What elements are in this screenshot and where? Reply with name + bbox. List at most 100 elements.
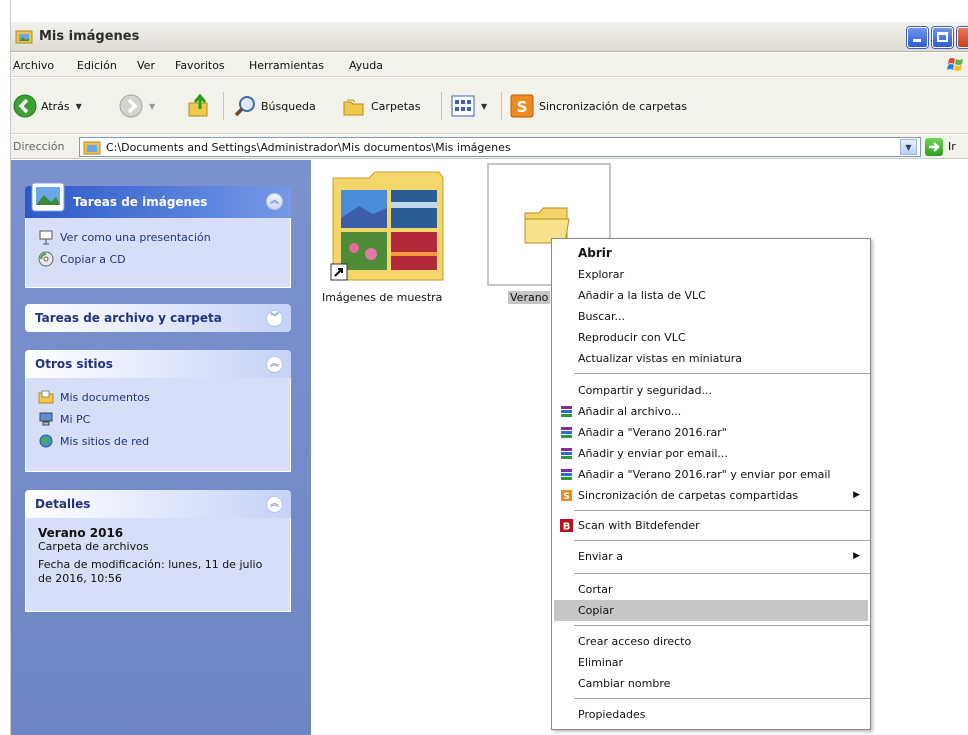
expand-chevron-icon[interactable]: ︾	[266, 310, 283, 327]
close-button[interactable]	[957, 27, 968, 48]
details-header[interactable]: Detalles ︽	[25, 490, 291, 518]
menu-item-cut[interactable]: Cortar	[554, 579, 868, 600]
sync-icon: S	[561, 490, 572, 502]
go-arrow-icon[interactable]	[925, 138, 943, 156]
forward-dropdown-icon[interactable]: ▼	[149, 102, 155, 111]
winrar-icon	[561, 469, 572, 480]
place-my-computer[interactable]: Mi PC	[38, 408, 280, 430]
toolbar: Atrás ▼ ▼ Búsqueda Carpetas ▼ S Sincroni…	[11, 78, 968, 134]
details-item-type: Carpeta de archivos	[38, 540, 149, 553]
network-places-icon	[39, 434, 53, 448]
explorer-window: Mis imágenes Archivo Edición Ver Favorit…	[10, 0, 968, 735]
image-tasks-title: Tareas de imágenes	[73, 195, 208, 209]
menu-item-copy[interactable]: Copiar	[554, 600, 868, 621]
file-tasks-title: Tareas de archivo y carpeta	[35, 311, 222, 325]
menu-item-send-to[interactable]: Enviar a ▶	[554, 546, 868, 567]
folders-icon	[343, 99, 364, 116]
place-my-documents[interactable]: Mis documentos	[38, 386, 280, 408]
file-item[interactable]	[329, 168, 447, 286]
submenu-arrow-icon: ▶	[853, 490, 860, 500]
menu-herramientas[interactable]: Herramientas	[249, 59, 324, 72]
menu-item-play-vlc[interactable]: Reproducir con VLC	[554, 327, 868, 348]
task-pane: Tareas de imágenes ︽ Ver como una presen…	[11, 160, 311, 735]
menu-ayuda[interactable]: Ayuda	[349, 59, 383, 72]
menu-item-create-shortcut[interactable]: Crear acceso directo	[554, 631, 868, 652]
context-menu: Abrir Explorar Añadir a la lista de VLC …	[551, 238, 871, 730]
details-item-name: Verano 2016	[38, 526, 124, 540]
windows-logo-icon	[947, 58, 963, 71]
sync-icon: S	[510, 94, 534, 118]
menu-item-add-to-archive[interactable]: Añadir al archivo...	[554, 401, 868, 422]
address-bar: Dirección C:\Documents and Settings\Admi…	[11, 135, 968, 159]
menu-item-properties[interactable]: Propiedades	[554, 704, 868, 725]
task-slideshow[interactable]: Ver como una presentación	[38, 226, 280, 248]
window-title: Mis imágenes	[39, 29, 140, 44]
bitdefender-icon: B	[560, 519, 573, 532]
back-button[interactable]: Atrás ▼	[13, 78, 82, 134]
winrar-icon	[561, 448, 572, 459]
menu-item-refresh-thumbnails[interactable]: Actualizar vistas en miniatura	[554, 348, 868, 369]
file-name-label[interactable]: Imágenes de muestra	[322, 291, 442, 304]
menu-item-add-rar-and-email[interactable]: Añadir a "Verano 2016.rar" y enviar por …	[554, 464, 868, 485]
menu-ver[interactable]: Ver	[137, 59, 155, 72]
folders-button[interactable]: Carpetas	[341, 78, 420, 134]
address-input[interactable]: C:\Documents and Settings\Administrador\…	[79, 137, 921, 157]
address-path: C:\Documents and Settings\Administrador\…	[106, 141, 511, 154]
menu-item-add-to-rar[interactable]: Añadir a "Verano 2016.rar"	[554, 422, 868, 443]
image-tasks-header[interactable]: Tareas de imágenes ︽	[25, 182, 291, 218]
file-tasks-header[interactable]: Tareas de archivo y carpeta ︾	[25, 304, 291, 332]
task-copy-to-cd[interactable]: Copiar a CD	[38, 248, 280, 270]
menu-item-add-and-email[interactable]: Añadir y enviar por email...	[554, 443, 868, 464]
go-button-label[interactable]: Ir	[948, 140, 956, 153]
search-icon	[234, 96, 255, 117]
menu-item-add-vlc-list[interactable]: Añadir a la lista de VLC	[554, 285, 868, 306]
menu-item-explore[interactable]: Explorar	[554, 264, 868, 285]
address-label: Dirección	[13, 140, 65, 153]
up-folder-button[interactable]	[186, 78, 212, 134]
my-documents-icon	[38, 390, 54, 404]
other-places-title: Otros sitios	[35, 357, 113, 371]
menu-item-sync-shared-folders[interactable]: S Sincronización de carpetas compartidas…	[554, 485, 868, 506]
winrar-icon	[561, 427, 572, 438]
maximize-button[interactable]	[932, 27, 953, 48]
up-folder-icon	[188, 93, 208, 117]
search-button[interactable]: Búsqueda	[233, 78, 316, 134]
svg-text:S: S	[563, 492, 569, 502]
winrar-icon	[561, 406, 572, 417]
collapse-chevron-icon[interactable]: ︽	[266, 496, 283, 513]
views-grid-icon	[451, 95, 475, 117]
submenu-arrow-icon: ▶	[853, 551, 860, 561]
menu-item-scan-bitdefender[interactable]: B Scan with Bitdefender	[554, 515, 868, 536]
address-dropdown-icon[interactable]: ▼	[900, 139, 917, 155]
menu-item-sharing[interactable]: Compartir y seguridad...	[554, 380, 868, 401]
back-dropdown-icon[interactable]: ▼	[76, 102, 82, 111]
menu-favoritos[interactable]: Favoritos	[175, 59, 225, 72]
collapse-chevron-icon[interactable]: ︽	[266, 356, 283, 373]
minimize-button[interactable]	[907, 27, 928, 48]
details-title: Detalles	[35, 497, 91, 511]
cd-icon	[38, 251, 54, 267]
folder-pictures-icon	[83, 141, 101, 155]
forward-button[interactable]: ▼	[119, 78, 155, 134]
svg-text:S: S	[517, 98, 528, 116]
other-places-panel: Otros sitios ︽ Mis documentos Mi PC Mis …	[25, 350, 291, 472]
svg-text:B: B	[563, 522, 571, 533]
views-dropdown-icon[interactable]: ▼	[481, 102, 487, 111]
sync-folders-button[interactable]: S Sincronización de carpetas	[509, 78, 687, 134]
menu-item-delete[interactable]: Eliminar	[554, 652, 868, 673]
back-arrow-icon	[13, 94, 37, 118]
place-network[interactable]: Mis sitios de red	[38, 430, 280, 452]
other-places-header[interactable]: Otros sitios ︽	[25, 350, 291, 378]
menu-archivo[interactable]: Archivo	[13, 59, 54, 72]
menu-item-rename[interactable]: Cambiar nombre	[554, 673, 868, 694]
selected-file-name-label[interactable]: Verano	[508, 291, 551, 304]
views-button[interactable]: ▼	[451, 78, 487, 134]
forward-arrow-icon	[119, 94, 143, 118]
title-bar[interactable]: Mis imágenes	[11, 22, 968, 52]
sample-pictures-folder-icon	[330, 171, 444, 281]
menu-item-search[interactable]: Buscar...	[554, 306, 868, 327]
menu-item-open[interactable]: Abrir	[554, 243, 868, 264]
file-tasks-panel: Tareas de archivo y carpeta ︾	[25, 304, 291, 332]
menu-edicion[interactable]: Edición	[77, 59, 117, 72]
collapse-chevron-icon[interactable]: ︽	[266, 193, 283, 210]
